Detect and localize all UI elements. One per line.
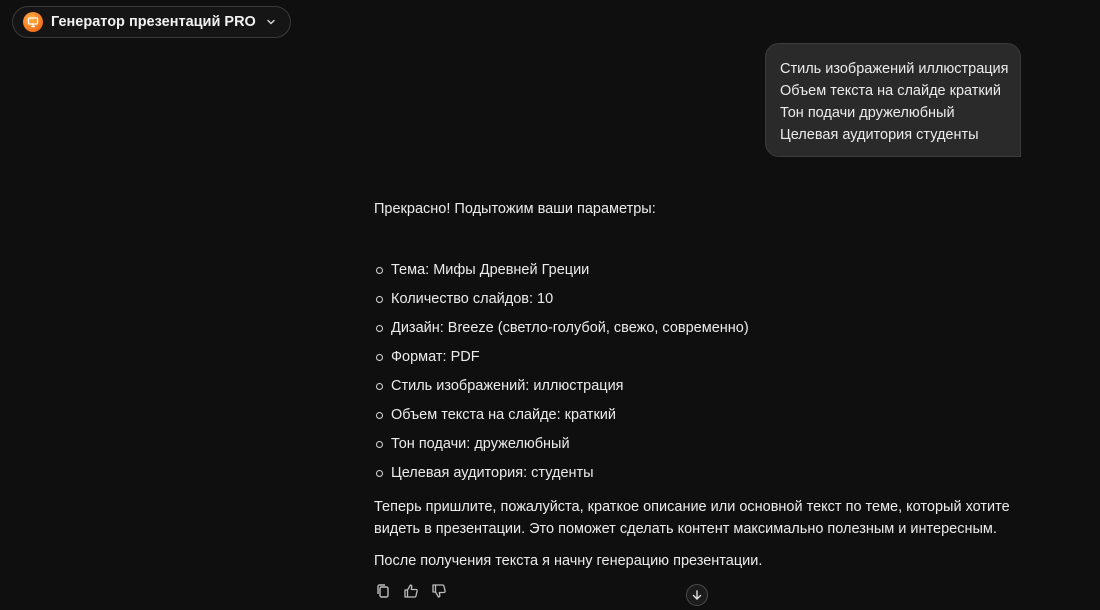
thumbs-down-icon[interactable] <box>430 582 448 600</box>
thumbs-up-icon[interactable] <box>402 582 420 600</box>
list-item: Целевая аудитория: студенты <box>374 459 1024 488</box>
presentation-icon <box>23 12 43 32</box>
param-text: Объем текста на слайде: краткий <box>391 407 616 423</box>
list-item: Количество слайдов: 10 <box>374 285 1024 314</box>
param-text: Дизайн: Breeze (светло-голубой, свежо, с… <box>391 320 749 336</box>
bullet-icon <box>376 267 383 274</box>
list-item: Тон подачи: дружелюбный <box>374 430 1024 459</box>
bullet-icon <box>376 383 383 390</box>
param-text: Целевая аудитория: студенты <box>391 465 594 481</box>
message-actions <box>374 582 448 600</box>
params-list: Тема: Мифы Древней Греции Количество сла… <box>374 256 1024 488</box>
chat-page: Генератор презентаций PRO Стиль изображе… <box>0 0 1100 610</box>
paragraph-line: видеть в презентации. Это поможет сделат… <box>374 521 997 537</box>
list-item: Стиль изображений: иллюстрация <box>374 372 1024 401</box>
scroll-down-button[interactable] <box>686 584 708 606</box>
param-text: Тема: Мифы Древней Греции <box>391 262 590 278</box>
model-name: Генератор презентаций PRO <box>51 14 256 30</box>
user-message-line: Стиль изображений иллюстрация <box>780 61 1009 77</box>
bullet-icon <box>376 441 383 448</box>
bullet-icon <box>376 354 383 361</box>
list-item: Формат: PDF <box>374 343 1024 372</box>
assistant-intro: Прекрасно! Подытожим ваши параметры: <box>374 201 656 217</box>
param-text: Тон подачи: дружелюбный <box>391 436 570 452</box>
bullet-icon <box>376 296 383 303</box>
param-text: Стиль изображений: иллюстрация <box>391 378 624 394</box>
bullet-icon <box>376 412 383 419</box>
param-text: Формат: PDF <box>391 349 480 365</box>
user-message-line: Целевая аудитория студенты <box>780 127 979 143</box>
assistant-message: Прекрасно! Подытожим ваши параметры: Тем… <box>374 198 1024 572</box>
arrow-down-icon <box>691 589 703 601</box>
chevron-down-icon <box>264 15 278 29</box>
list-item: Объем текста на слайде: краткий <box>374 401 1024 430</box>
user-message-line: Объем текста на слайде краткий <box>780 83 1001 99</box>
paragraph-line: Теперь пришлите, пожалуйста, краткое опи… <box>374 499 1010 515</box>
list-item: Дизайн: Breeze (светло-голубой, свежо, с… <box>374 314 1024 343</box>
user-message-bubble: Стиль изображений иллюстрация Объем текс… <box>765 43 1021 157</box>
list-item: Тема: Мифы Древней Греции <box>374 256 1024 285</box>
param-text: Количество слайдов: 10 <box>391 291 554 307</box>
bullet-icon <box>376 470 383 477</box>
assistant-paragraph: Теперь пришлите, пожалуйста, краткое опи… <box>374 496 1024 540</box>
model-selector[interactable]: Генератор презентаций PRO <box>12 6 291 38</box>
copy-icon[interactable] <box>374 582 392 600</box>
user-message-line: Тон подачи дружелюбный <box>780 105 955 121</box>
bullet-icon <box>376 325 383 332</box>
assistant-paragraph-final: После получения текста я начну генерацию… <box>374 553 763 569</box>
